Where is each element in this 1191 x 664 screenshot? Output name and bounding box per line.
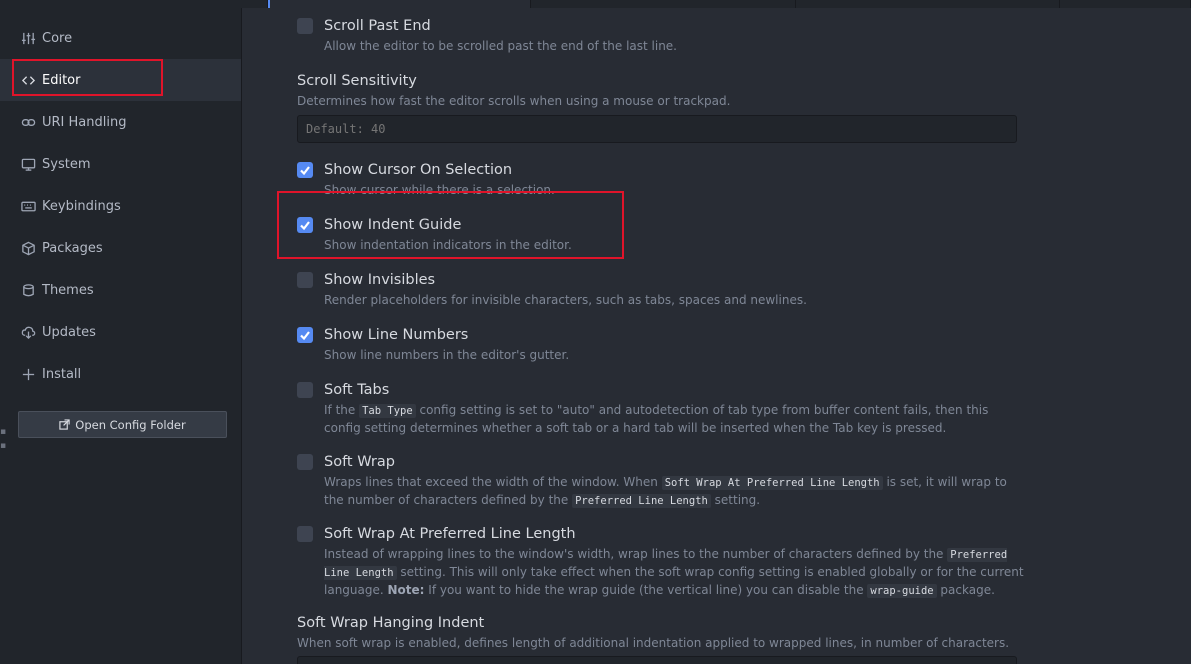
keyboard-icon [20,198,36,214]
sidebar-item-install[interactable]: Install [0,353,241,395]
sidebar-item-keybindings[interactable]: Keybindings [0,185,241,227]
sidebar-item-system[interactable]: System [0,143,241,185]
scroll-past-end-checkbox[interactable] [297,18,313,34]
checkmark-icon [300,331,310,341]
soft-wrap-at-preferred-desc: Instead of wrapping lines to the window'… [324,547,1024,598]
settings-panel: Scroll Past End Allow the editor to be s… [243,8,1191,664]
cloud-download-icon [20,324,36,340]
monitor-icon [20,156,36,172]
soft-wrap-hanging-indent-desc: When soft wrap is enabled, defines lengt… [297,636,1010,650]
soft-wrap-at-preferred-checkbox[interactable] [297,526,313,542]
show-cursor-on-selection-desc: Show cursor while there is a selection. [324,183,555,197]
tab-1[interactable] [0,0,268,8]
soft-wrap-title: Soft Wrap [324,454,395,470]
external-link-icon [59,419,70,430]
show-indent-guide-checkbox[interactable] [297,217,313,233]
note-label: Note: [387,583,425,597]
tab-strip [0,0,1191,8]
code-wrap-guide: wrap-guide [867,584,937,598]
show-invisibles-checkbox[interactable] [297,272,313,288]
package-icon [20,240,36,256]
code-tab-type: Tab Type [359,404,416,418]
tab-settings[interactable] [268,0,531,8]
sidebar-item-label: Install [42,366,82,382]
tab-5[interactable] [1060,0,1191,8]
open-config-label: Open Config Folder [75,417,186,432]
show-line-numbers-title: Show Line Numbers [324,327,469,343]
show-invisibles-desc: Render placeholders for invisible charac… [324,293,807,307]
tab-4[interactable] [796,0,1060,8]
plus-icon [20,366,36,382]
sidebar-item-label: System [42,156,91,172]
sidebar-item-updates[interactable]: Updates [0,311,241,353]
soft-tabs-checkbox[interactable] [297,382,313,398]
tab-3[interactable] [531,0,796,8]
soft-wrap-checkbox[interactable] [297,454,313,470]
show-indent-guide-desc: Show indentation indicators in the edito… [324,238,572,252]
show-line-numbers-checkbox[interactable] [297,327,313,343]
paintcan-icon [20,282,36,298]
scroll-past-end-desc: Allow the editor to be scrolled past the… [324,39,677,53]
settings-sidebar: Core Editor URI Handling System Keybindi… [0,8,242,664]
soft-wrap-hanging-indent-input[interactable] [297,656,1017,664]
sidebar-item-label: Themes [42,282,94,298]
sidebar-item-label: Updates [42,324,96,340]
sidebar-item-label: Keybindings [42,198,121,214]
sidebar-item-themes[interactable]: Themes [0,269,241,311]
soft-tabs-title: Soft Tabs [324,382,390,398]
checkmark-icon [300,221,310,231]
soft-wrap-desc: Wraps lines that exceed the width of the… [324,475,1007,508]
checkmark-icon [300,166,310,176]
code-preferred-line-length: Preferred Line Length [572,494,711,508]
open-config-folder-button[interactable]: Open Config Folder [18,411,227,438]
sliders-icon [20,30,36,46]
scroll-sensitivity-input[interactable] [297,115,1017,143]
show-cursor-on-selection-checkbox[interactable] [297,162,313,178]
sidebar-item-label: Editor [42,72,81,88]
sidebar-item-packages[interactable]: Packages [0,227,241,269]
soft-wrap-at-preferred-title: Soft Wrap At Preferred Line Length [324,526,576,542]
sidebar-item-core[interactable]: Core [0,17,241,59]
scroll-past-end-title: Scroll Past End [324,18,431,34]
scroll-sensitivity-desc: Determines how fast the editor scrolls w… [297,94,731,108]
code-icon [20,72,36,88]
edge-artifact: ▪ ▪ [0,427,7,451]
show-cursor-on-selection-title: Show Cursor On Selection [324,162,513,178]
sidebar-item-uri-handling[interactable]: URI Handling [0,101,241,143]
soft-tabs-desc: If the Tab Type config setting is set to… [324,403,989,435]
scroll-sensitivity-title: Scroll Sensitivity [297,73,417,89]
link-icon [20,114,36,130]
code-soft-wrap-at-preferred: Soft Wrap At Preferred Line Length [661,476,883,490]
soft-wrap-hanging-indent-title: Soft Wrap Hanging Indent [297,615,485,631]
sidebar-item-label: URI Handling [42,114,127,130]
sidebar-item-editor[interactable]: Editor [0,59,241,101]
sidebar-item-label: Packages [42,240,103,256]
sidebar-item-label: Core [42,30,73,46]
show-indent-guide-title: Show Indent Guide [324,217,462,233]
show-invisibles-title: Show Invisibles [324,272,436,288]
show-line-numbers-desc: Show line numbers in the editor's gutter… [324,348,570,362]
